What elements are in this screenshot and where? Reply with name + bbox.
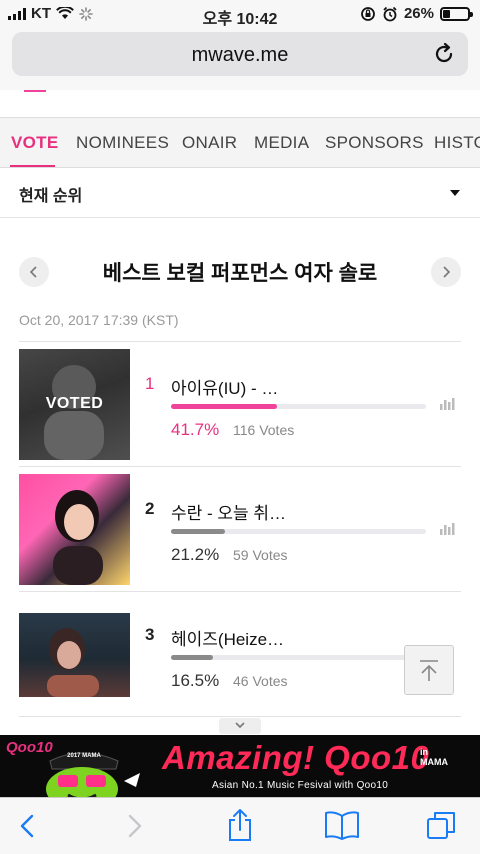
voted-label: VOTED xyxy=(45,395,104,412)
bookmarks-icon[interactable] xyxy=(324,810,360,840)
vote-progress-fill xyxy=(171,529,226,534)
scroll-to-top-button[interactable] xyxy=(404,645,454,695)
vote-progress-bar xyxy=(171,655,426,660)
bar-chart-icon[interactable] xyxy=(439,523,455,535)
ad-mama-label: MAMA xyxy=(420,757,448,767)
ad-badge-text: 2017 MAMA xyxy=(67,753,101,759)
divider xyxy=(19,591,461,592)
tab-nominees[interactable]: NOMINEES xyxy=(76,133,169,153)
ad-headline: Amazing! Qoo10 xyxy=(162,739,430,776)
divider xyxy=(19,341,461,342)
battery-percent: 26% xyxy=(403,5,434,22)
header-accent-mark xyxy=(24,90,46,92)
ad-in-label: in xyxy=(420,747,428,757)
vote-count: 59 Votes xyxy=(233,547,288,563)
vote-progress-bar xyxy=(171,529,426,534)
ad-banner[interactable]: Qoo10 2017 MAMA Amazing! Qoo10 in MAMA A… xyxy=(0,735,480,797)
nominee-portrait-placeholder xyxy=(53,490,103,585)
ranking-dropdown-label: 현재 순위 xyxy=(19,188,83,205)
browser-header: mwave.me xyxy=(0,28,480,90)
next-category-button[interactable] xyxy=(431,257,461,287)
bar-chart-icon[interactable] xyxy=(439,398,455,410)
nominee-photo[interactable] xyxy=(19,613,130,697)
chevron-down-icon xyxy=(235,722,245,729)
prev-category-button[interactable] xyxy=(19,257,49,287)
vote-progress-fill xyxy=(171,655,214,660)
nominee-photo[interactable] xyxy=(19,474,130,585)
vote-count: 116 Votes xyxy=(233,422,295,438)
divider xyxy=(19,716,461,717)
tab-sponsors[interactable]: SPONSORS xyxy=(325,133,424,153)
nominee-name[interactable]: 수란 - 오늘 취… xyxy=(171,499,286,524)
nominee-rank: 2 xyxy=(145,499,155,518)
ranking-timestamp: Oct 20, 2017 17:39 (KST) xyxy=(19,312,179,328)
nominee-rank: 1 xyxy=(145,374,155,393)
address-bar[interactable]: mwave.me xyxy=(12,32,468,76)
ad-in-mama: in MAMA xyxy=(420,747,448,767)
status-bar: KT 오후 10:42 26% xyxy=(0,0,480,28)
ranking-dropdown[interactable]: 현재 순위 xyxy=(0,168,480,218)
tab-onair[interactable]: ONAIR xyxy=(182,133,237,153)
expand-button[interactable] xyxy=(219,718,261,734)
caret-down-icon xyxy=(450,190,460,196)
nominee-rank: 3 xyxy=(145,625,155,644)
alarm-icon xyxy=(383,6,397,21)
back-icon[interactable] xyxy=(16,812,40,840)
section-tabs: VOTE NOMINEES ONAIR MEDIA SPONSORS HISTO xyxy=(0,118,480,168)
url-text: mwave.me xyxy=(191,44,289,66)
vote-percent: 21.2% xyxy=(171,545,220,564)
tab-history[interactable]: HISTO xyxy=(434,133,480,153)
nominee-name[interactable]: 헤이즈(Heize… xyxy=(171,625,284,650)
vote-count: 46 Votes xyxy=(233,673,288,689)
vote-percent: 16.5% xyxy=(171,671,220,690)
tab-vote[interactable]: VOTE xyxy=(11,133,59,153)
forward-icon[interactable] xyxy=(122,812,146,840)
category-title: 베스트 보컬 퍼포먼스 여자 솔로 xyxy=(102,262,378,285)
tab-media[interactable]: MEDIA xyxy=(254,133,309,153)
chevron-left-icon xyxy=(29,266,37,278)
nominee-photo[interactable]: VOTED xyxy=(19,349,130,460)
nominee-portrait-placeholder xyxy=(47,628,99,697)
share-icon[interactable] xyxy=(226,808,254,842)
tabs-icon[interactable] xyxy=(426,810,458,840)
vote-progress-fill xyxy=(171,404,278,409)
chevron-right-icon xyxy=(443,266,451,278)
vote-progress-bar xyxy=(171,404,426,409)
divider xyxy=(19,466,461,467)
vote-percent: 41.7% xyxy=(171,420,220,439)
reload-icon[interactable] xyxy=(432,42,456,66)
arrow-up-icon xyxy=(420,660,438,681)
ad-mascot: 2017 MAMA xyxy=(46,752,140,797)
orientation-lock-icon xyxy=(361,6,375,21)
ad-tagline: Asian No.1 Music Fesival with Qoo10 xyxy=(212,780,389,791)
browser-toolbar xyxy=(0,797,480,854)
battery-icon xyxy=(440,6,473,21)
nominee-name[interactable]: 아이유(IU) - … xyxy=(171,374,278,399)
